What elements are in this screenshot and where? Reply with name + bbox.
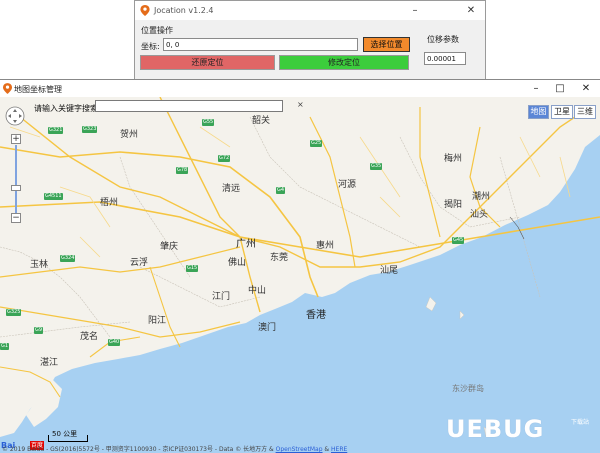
road-badge: G9: [34, 327, 44, 334]
map-label-dongguan: 东莞: [270, 253, 289, 263]
jocation-window: Jocation v1.2.4 – ✕ 位置操作 坐标: 选择位置 位移参数 还…: [134, 0, 486, 80]
here-link[interactable]: HERE: [331, 446, 347, 453]
maptype-map-button[interactable]: 地图: [528, 105, 549, 119]
map-label-zhongshan: 中山: [248, 286, 267, 296]
zoom-in-button[interactable]: +: [11, 134, 21, 144]
zoom-out-button[interactable]: −: [11, 213, 21, 223]
zoom-slider-track[interactable]: [15, 145, 17, 213]
map-manager-window: 地图坐标管理 – □ ✕ 广州 香港 澳门 东莞 惠州 中山 江门 佛山 肇庆 …: [0, 79, 600, 453]
window-title: 地图坐标管理: [14, 85, 62, 94]
offset-input[interactable]: [424, 52, 466, 65]
road-badge: G40: [108, 339, 121, 346]
zoom-slider-handle[interactable]: [11, 185, 21, 191]
maptype-3d-button[interactable]: 三维: [574, 105, 596, 119]
map-label-shanwei: 汕尾: [380, 266, 399, 276]
watermark: UEBUG: [446, 415, 545, 443]
map-label-guangzhou: 广州: [236, 239, 256, 250]
map-label-shantou: 汕头: [470, 210, 489, 220]
map-label-wuzhou: 梧州: [100, 198, 119, 208]
offset-label: 位移参数: [427, 35, 459, 44]
minimize-button[interactable]: –: [401, 1, 429, 20]
map-canvas[interactable]: 广州 香港 澳门 东莞 惠州 中山 江门 佛山 肇庆 清远 韶关 河源 梅州 汕…: [0, 97, 600, 453]
map-label-heyuan: 河源: [338, 180, 357, 190]
pan-control-icon[interactable]: [5, 106, 25, 126]
map-label-maoming: 茂名: [80, 332, 99, 342]
title-bar: 地图坐标管理 – □ ✕: [0, 80, 600, 97]
map-label-hezhou: 贺州: [120, 130, 139, 140]
map-label-chaozhou: 潮州: [472, 192, 491, 202]
maptype-satellite-button[interactable]: 卫星: [551, 105, 573, 119]
map-label-dongsha: 东沙群岛: [452, 384, 484, 393]
location-pin-icon: [3, 83, 12, 94]
map-label-zhanjiang: 湛江: [40, 358, 59, 368]
window-title: Jocation v1.2.4: [154, 6, 214, 15]
search-label: 请输入关键字搜索: [34, 104, 98, 113]
road-badge: G45: [452, 237, 465, 244]
close-button[interactable]: ✕: [574, 80, 598, 97]
map-label-jieyang: 揭阳: [444, 200, 463, 210]
modify-location-button[interactable]: 修改定位: [279, 55, 409, 70]
road-badge: G78: [176, 167, 189, 174]
map-label-huizhou: 惠州: [316, 241, 335, 251]
select-location-button[interactable]: 选择位置: [363, 37, 410, 52]
road-badge: G325: [6, 309, 22, 316]
coord-input[interactable]: [163, 38, 358, 51]
map-label-yangjiang: 阳江: [148, 316, 167, 326]
road-badge: G4: [276, 187, 286, 194]
close-button[interactable]: ✕: [457, 1, 485, 20]
minimize-button[interactable]: –: [524, 80, 548, 97]
map-label-shaoguan: 韶关: [252, 116, 271, 126]
map-label-qingyuan: 清远: [222, 184, 241, 194]
title-bar: Jocation v1.2.4 – ✕: [135, 1, 485, 20]
map-label-zhaoqing: 肇庆: [160, 242, 179, 252]
copyright-text: © 2019 Baidu - GS(2016)5572号 - 甲测资字11009…: [2, 446, 276, 453]
map-label-meizhou: 梅州: [444, 154, 463, 164]
road-badge: G55: [202, 119, 215, 126]
map-label-yunfu: 云浮: [130, 258, 149, 268]
restore-location-button[interactable]: 还原定位: [140, 55, 275, 70]
road-badge: G15: [186, 265, 199, 272]
watermark-sub: 下载站: [571, 419, 590, 426]
map-base: [0, 97, 600, 453]
road-badge: G324: [60, 255, 76, 262]
group-label: 位置操作: [141, 26, 173, 35]
maximize-button[interactable]: □: [548, 80, 572, 97]
road-badge: G72: [218, 155, 231, 162]
map-label-jiangmen: 江门: [212, 292, 231, 302]
map-label-yulin: 玉林: [30, 260, 49, 270]
road-badge: G323: [82, 126, 98, 133]
map-label-hongkong: 香港: [306, 310, 326, 321]
road-badge: G1: [0, 343, 10, 350]
coord-label: 坐标:: [141, 42, 160, 51]
location-pin-icon: [140, 5, 150, 16]
scale-bar: [48, 435, 88, 442]
copyright-amp: &: [322, 446, 332, 453]
road-badge: G321: [48, 127, 64, 134]
map-label-foshan: 佛山: [228, 258, 247, 268]
road-badge: G4511: [44, 193, 63, 200]
search-input[interactable]: [95, 100, 283, 112]
map-label-macau: 澳门: [258, 323, 277, 333]
road-badge: G35: [370, 163, 383, 170]
road-badge: G25: [310, 140, 323, 147]
map-copyright: © 2019 Baidu - GS(2016)5572号 - 甲测资字11009…: [2, 444, 347, 453]
clear-search-icon[interactable]: ×: [297, 100, 304, 109]
osm-link[interactable]: OpenStreetMap: [276, 446, 323, 453]
